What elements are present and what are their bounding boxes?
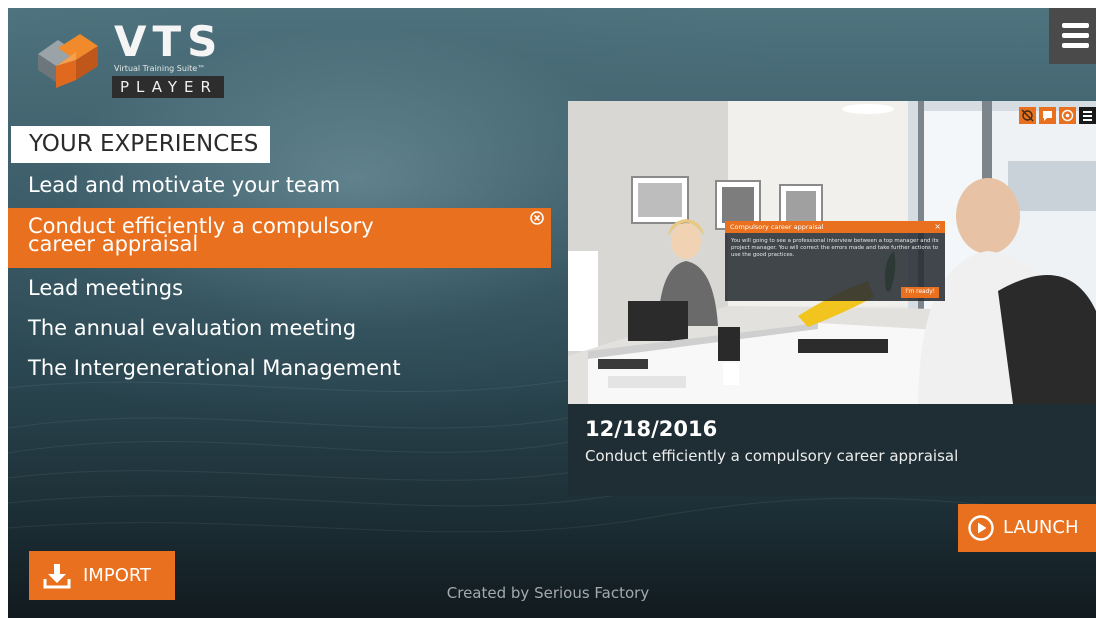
launch-button[interactable]: LAUNCH xyxy=(958,504,1096,552)
experience-date: 12/18/2016 xyxy=(585,417,718,441)
logo-product: PLAYER xyxy=(112,76,224,98)
scenario-dialog: Compulsory career appraisal × You will g… xyxy=(725,221,945,301)
experience-item[interactable]: The annual evaluation meeting xyxy=(8,313,551,343)
experience-item[interactable]: Lead meetings xyxy=(8,273,551,303)
logo-cube-icon xyxy=(38,34,98,88)
logo-subtitle: Virtual Training Suite™ xyxy=(114,64,206,73)
experience-item[interactable]: Lead and motivate your team xyxy=(8,171,551,199)
experience-label: The Intergenerational Management xyxy=(28,356,401,380)
experience-item-selected[interactable]: Conduct efficiently a compulsory career … xyxy=(8,208,551,268)
experience-label: Lead and motivate your team xyxy=(28,173,341,197)
dialog-close-icon[interactable]: × xyxy=(934,221,941,233)
target-icon[interactable] xyxy=(1059,107,1076,124)
experience-item[interactable]: The Intergenerational Management xyxy=(8,353,551,383)
dialog-ready-button[interactable]: I'm ready! xyxy=(901,287,939,298)
dialog-body: You will going to see a professional int… xyxy=(731,238,939,258)
chat-icon[interactable] xyxy=(1039,107,1056,124)
play-circle-icon xyxy=(968,515,994,541)
logo-title: VTS xyxy=(114,17,224,66)
main-menu-button[interactable] xyxy=(1049,8,1096,64)
launch-label: LAUNCH xyxy=(1003,517,1079,538)
experience-preview: Compulsory career appraisal × You will g… xyxy=(568,101,1096,496)
footer-credit: Created by Serious Factory xyxy=(446,584,650,602)
app-window: VTS Virtual Training Suite™ PLAYER YOUR … xyxy=(8,8,1096,618)
menu-icon[interactable] xyxy=(1079,107,1096,124)
experiences-header: YOUR EXPERIENCES xyxy=(11,126,270,163)
eye-off-icon[interactable] xyxy=(1019,107,1036,124)
circle-x-icon[interactable] xyxy=(529,210,545,226)
experience-label: Lead meetings xyxy=(28,276,184,300)
experience-title: Conduct efficiently a compulsory career … xyxy=(585,447,959,465)
app-logo: VTS Virtual Training Suite™ PLAYER xyxy=(28,18,228,98)
dialog-title: Compulsory career appraisal xyxy=(725,221,945,233)
experience-label: The annual evaluation meeting xyxy=(28,316,357,340)
